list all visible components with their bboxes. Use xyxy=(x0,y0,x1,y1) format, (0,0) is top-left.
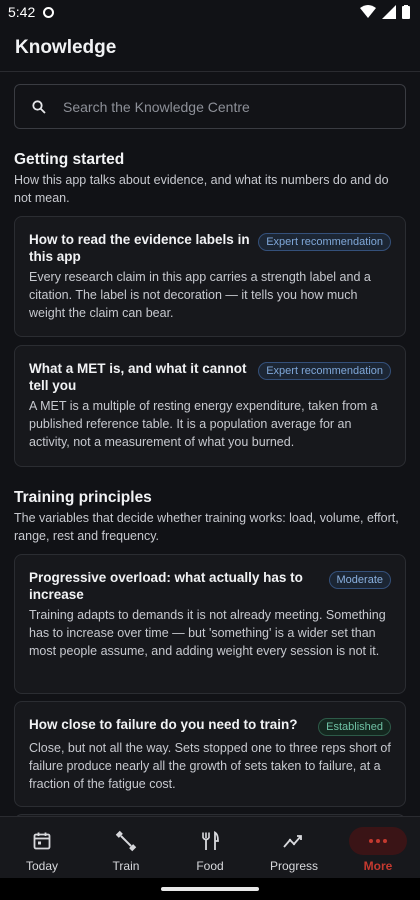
article-card[interactable]: Progressive overload: what actually has … xyxy=(14,554,406,694)
evidence-badge: Expert recommendation xyxy=(258,233,391,251)
article-title: How to read the evidence labels in this … xyxy=(29,232,250,264)
search-input[interactable]: Search the Knowledge Centre xyxy=(14,84,406,129)
article-card[interactable]: What a MET is, and what it cannot tell y… xyxy=(14,345,406,467)
trend-chart-icon xyxy=(283,827,305,855)
evidence-badge: Moderate xyxy=(328,571,391,589)
section-title-training-principles: Training principles xyxy=(14,489,152,506)
section-desc-getting-started: How this app talks about evidence, and w… xyxy=(14,173,389,205)
nav-label: Progress xyxy=(269,859,319,873)
nav-label: More xyxy=(363,859,393,873)
calendar-icon xyxy=(32,827,52,855)
knowledge-content[interactable]: Search the Knowledge Centre Getting star… xyxy=(0,73,420,816)
signal-icon xyxy=(382,5,396,19)
nav-item-food[interactable]: Food xyxy=(168,817,252,878)
home-gesture-handle[interactable] xyxy=(161,887,259,891)
fork-knife-icon xyxy=(200,827,220,855)
evidence-badge: Established xyxy=(318,718,391,736)
article-summary: Every research claim in this app carries… xyxy=(29,270,371,320)
notification-icon xyxy=(43,6,55,18)
evidence-badge: Expert recommendation xyxy=(258,362,391,380)
nav-label: Train xyxy=(112,859,140,873)
article-title: How close to failure do you need to trai… xyxy=(29,717,298,732)
section-title-getting-started: Getting started xyxy=(14,151,125,168)
battery-icon xyxy=(402,5,410,19)
article-title: What a MET is, and what it cannot tell y… xyxy=(29,361,247,393)
gesture-bar xyxy=(0,878,420,900)
more-dots-icon xyxy=(349,827,407,855)
article-card[interactable]: How close to failure do you need to trai… xyxy=(14,701,406,807)
nav-label: Food xyxy=(196,859,224,873)
nav-label: Today xyxy=(25,859,59,873)
nav-item-train[interactable]: Train xyxy=(84,817,168,878)
status-time: 5:42 xyxy=(8,4,36,20)
search-placeholder: Search the Knowledge Centre xyxy=(63,98,250,115)
dumbbell-icon xyxy=(115,827,137,855)
page-title: Knowledge xyxy=(15,36,117,58)
article-title: Progressive overload: what actually has … xyxy=(29,570,303,602)
article-summary: Close, but not all the way. Sets stopped… xyxy=(29,741,391,791)
status-bar: 5:42 xyxy=(0,0,420,24)
nav-item-more[interactable]: More xyxy=(336,817,420,878)
status-icons xyxy=(360,5,410,19)
section-desc-training-principles: The variables that decide whether traini… xyxy=(14,511,399,543)
bottom-navigation: Today Train Food Progress More xyxy=(0,816,420,878)
article-card[interactable]: How to read the evidence labels in this … xyxy=(14,216,406,337)
app-bar: Knowledge xyxy=(0,24,420,72)
wifi-icon xyxy=(360,5,376,18)
article-summary: A MET is a multiple of resting energy ex… xyxy=(29,399,378,449)
search-icon xyxy=(15,99,63,114)
article-summary: Training adapts to demands it is not alr… xyxy=(29,608,386,658)
nav-item-progress[interactable]: Progress xyxy=(252,817,336,878)
nav-item-today[interactable]: Today xyxy=(0,817,84,878)
